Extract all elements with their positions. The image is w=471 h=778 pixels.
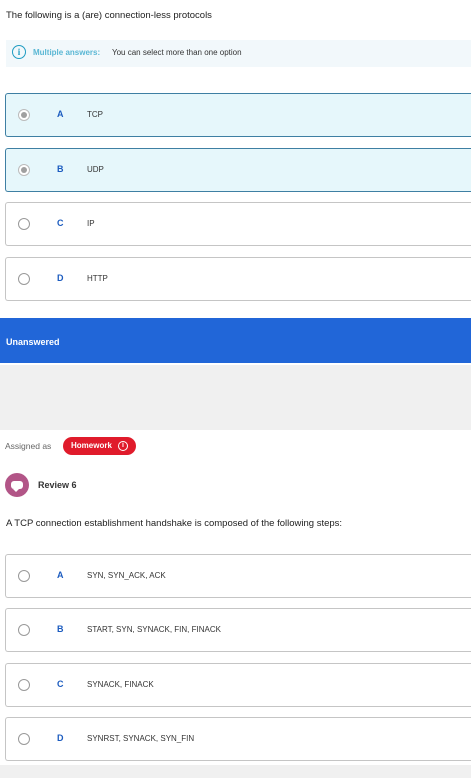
radio-icon[interactable] xyxy=(18,570,30,582)
radio-icon[interactable] xyxy=(18,679,30,691)
option-d[interactable]: D HTTP xyxy=(5,257,471,301)
info-label: Multiple answers: xyxy=(33,48,101,57)
option-b[interactable]: B START, SYN, SYNACK, FIN, FINACK xyxy=(5,608,471,652)
avatar xyxy=(5,473,29,497)
homework-badge[interactable]: Homework i xyxy=(63,437,136,455)
question-text: The following is a (are) connection-less… xyxy=(6,10,212,21)
option-text: SYNACK, FINACK xyxy=(87,680,154,689)
radio-icon[interactable] xyxy=(18,624,30,636)
option-text: SYN, SYN_ACK, ACK xyxy=(87,571,166,580)
option-text: TCP xyxy=(87,110,103,119)
homework-badge-label: Homework xyxy=(71,441,112,450)
option-text: UDP xyxy=(87,165,104,174)
status-bar: Unanswered xyxy=(0,318,471,363)
info-icon[interactable]: i xyxy=(118,441,128,451)
option-letter: B xyxy=(57,624,64,634)
option-text: START, SYN, SYNACK, FIN, FINACK xyxy=(87,625,221,634)
question-card-1: The following is a (are) connection-less… xyxy=(0,0,471,365)
info-message: You can select more than one option xyxy=(112,48,242,57)
option-letter: A xyxy=(57,570,64,580)
option-c[interactable]: C SYNACK, FINACK xyxy=(5,663,471,707)
chat-icon xyxy=(11,481,23,492)
status-text: Unanswered xyxy=(6,337,60,347)
option-b[interactable]: B UDP xyxy=(5,148,471,192)
option-letter: A xyxy=(57,109,64,119)
multiple-answers-banner: i Multiple answers: You can select more … xyxy=(6,40,471,67)
radio-icon[interactable] xyxy=(18,733,30,745)
option-c[interactable]: C IP xyxy=(5,202,471,246)
radio-icon[interactable] xyxy=(18,273,30,285)
option-text: IP xyxy=(87,219,95,228)
option-a[interactable]: A TCP xyxy=(5,93,471,137)
review-label: Review 6 xyxy=(38,480,77,490)
option-letter: C xyxy=(57,218,64,228)
option-a[interactable]: A SYN, SYN_ACK, ACK xyxy=(5,554,471,598)
info-icon: i xyxy=(12,45,26,59)
question-text: A TCP connection establishment handshake… xyxy=(6,518,343,529)
option-text: SYNRST, SYNACK, SYN_FIN xyxy=(87,734,195,743)
option-letter: B xyxy=(57,164,64,174)
option-text: HTTP xyxy=(87,274,108,283)
option-letter: D xyxy=(57,733,64,743)
radio-checked-icon[interactable] xyxy=(18,109,30,121)
radio-checked-icon[interactable] xyxy=(18,164,30,176)
radio-icon[interactable] xyxy=(18,218,30,230)
option-d[interactable]: D SYNRST, SYNACK, SYN_FIN xyxy=(5,717,471,761)
assigned-as-label: Assigned as xyxy=(5,441,52,451)
option-letter: D xyxy=(57,273,64,283)
option-letter: C xyxy=(57,679,64,689)
